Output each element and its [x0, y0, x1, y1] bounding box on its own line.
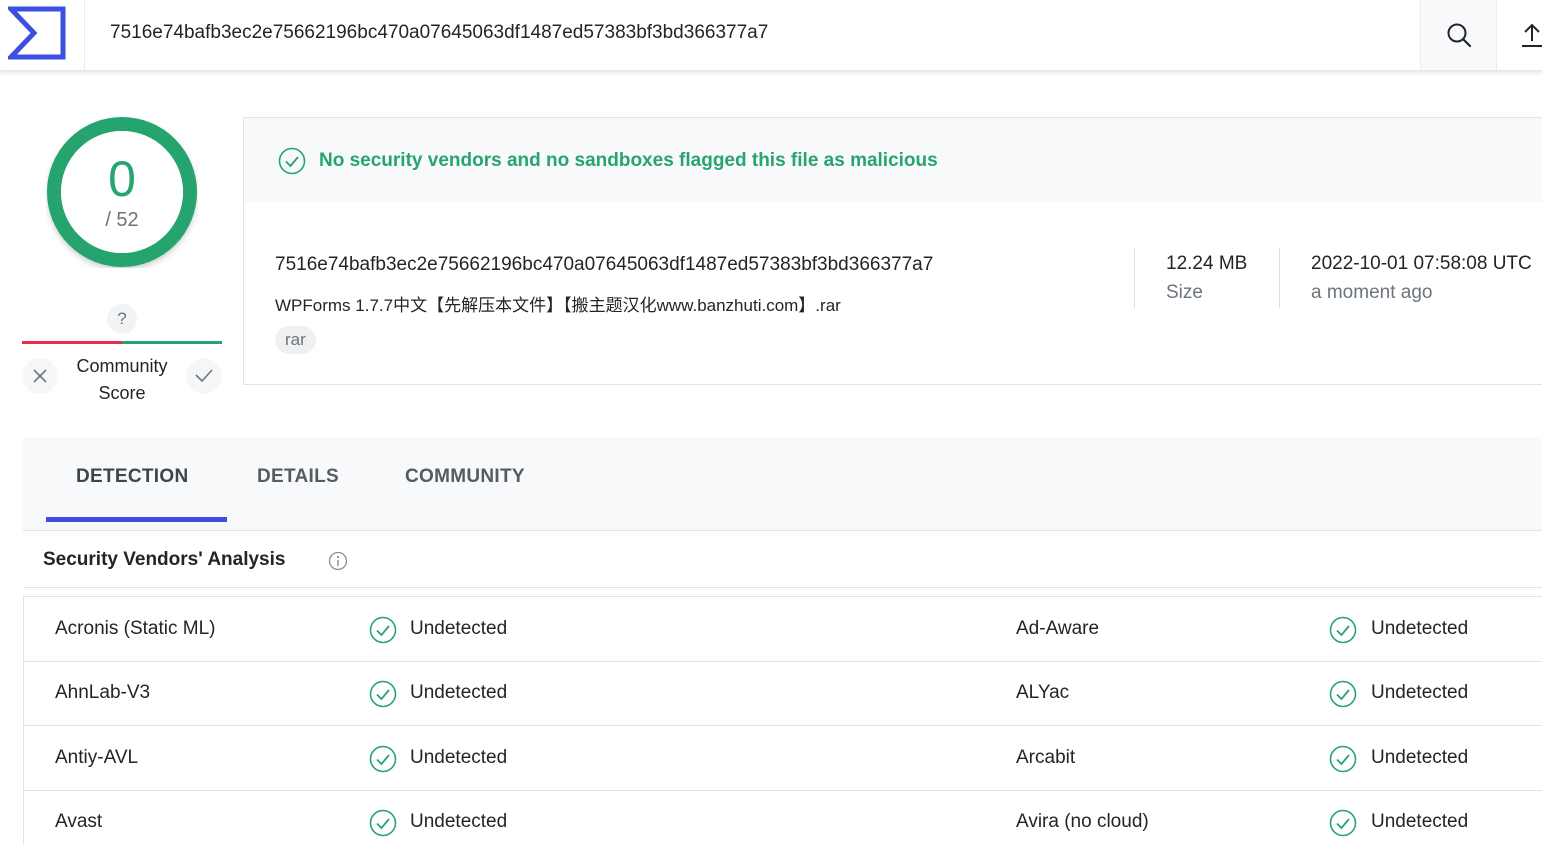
- file-size-value: 12.24 MB: [1166, 253, 1248, 274]
- check-icon: [195, 369, 213, 383]
- close-icon: [33, 369, 47, 383]
- divider: [1279, 248, 1280, 308]
- vendor-status: Undetected: [410, 811, 508, 832]
- vendor-name: Avast: [55, 811, 103, 832]
- community-score-question: ?: [107, 304, 137, 334]
- check-circle-icon: [369, 745, 397, 773]
- search-icon: [1447, 23, 1471, 48]
- check-circle-icon: [369, 616, 397, 644]
- vendor-status: Undetected: [1371, 747, 1469, 768]
- tab-community[interactable]: COMMUNITY: [405, 466, 525, 488]
- vote-harmless-button[interactable]: [186, 358, 222, 394]
- check-circle-icon: [1329, 616, 1357, 644]
- file-type-tag[interactable]: rar: [275, 326, 316, 354]
- analysis-date-value: 2022-10-01 07:58:08 UTC: [1311, 253, 1532, 274]
- virustotal-sigma-logo-icon[interactable]: [8, 6, 68, 60]
- community-bar-harmless: [122, 341, 222, 344]
- upload-button[interactable]: [1498, 0, 1542, 70]
- table-row: Acronis (Static ML) Undetected Ad-Aware …: [24, 597, 1542, 662]
- verdict-banner: No security vendors and no sandboxes fla…: [244, 118, 1542, 202]
- vendor-name: AhnLab-V3: [55, 682, 151, 703]
- check-circle-icon: [1329, 745, 1357, 773]
- info-icon[interactable]: [328, 551, 348, 571]
- vendor-status: Undetected: [1371, 618, 1469, 639]
- analysis-date-relative: a moment ago: [1311, 282, 1433, 303]
- vendor-name: Ad-Aware: [1016, 618, 1100, 639]
- logo-divider: [84, 0, 85, 70]
- vendor-name: Antiy-AVL: [55, 747, 139, 768]
- check-circle-icon: [1329, 680, 1357, 708]
- file-hash[interactable]: 7516e74bafb3ec2e75662196bc470a07645063df…: [275, 254, 933, 276]
- tab-detection[interactable]: DETECTION: [76, 466, 188, 488]
- report-tabs: DETECTION DETAILS COMMUNITY: [23, 437, 1542, 531]
- vendor-name: Arcabit: [1016, 747, 1076, 768]
- check-circle-icon: [278, 147, 306, 175]
- engine-total: / 52: [105, 209, 139, 231]
- vendor-status: Undetected: [410, 618, 508, 639]
- file-size-label: Size: [1166, 282, 1203, 303]
- tab-details[interactable]: DETAILS: [257, 466, 339, 488]
- search-input[interactable]: [110, 18, 1400, 48]
- section-title: Security Vendors' Analysis: [43, 549, 286, 570]
- vendors-section-header: Security Vendors' Analysis: [23, 532, 1542, 588]
- vendor-name: ALYac: [1016, 682, 1070, 703]
- vendor-status: Undetected: [1371, 811, 1469, 832]
- vendor-name: Acronis (Static ML): [55, 618, 216, 639]
- check-circle-icon: [1329, 809, 1357, 837]
- check-circle-icon: [369, 809, 397, 837]
- search-button[interactable]: [1420, 0, 1497, 70]
- file-name: WPForms 1.7.7中文【先解压本文件】【搬主题汉化www.banzhut…: [275, 296, 841, 315]
- verdict-message: No security vendors and no sandboxes fla…: [319, 150, 938, 171]
- vendor-status: Undetected: [1371, 682, 1469, 703]
- vote-malicious-button[interactable]: [22, 358, 58, 394]
- upload-icon: [1522, 23, 1542, 47]
- community-score: ? Community Score: [22, 300, 222, 410]
- table-row: Antiy-AVL Undetected Arcabit Undetected: [24, 726, 1542, 791]
- detection-count: 0: [108, 151, 136, 207]
- divider: [1134, 248, 1135, 308]
- detection-score-widget: 0 / 52: [46, 116, 198, 268]
- active-tab-indicator: [46, 517, 227, 522]
- community-bar-malicious: [22, 341, 122, 344]
- file-summary-card: No security vendors and no sandboxes fla…: [243, 117, 1542, 385]
- vendor-results-table: Acronis (Static ML) Undetected Ad-Aware …: [23, 596, 1542, 845]
- check-circle-icon: [369, 680, 397, 708]
- table-row: AhnLab-V3 Undetected ALYac Undetected: [24, 661, 1542, 726]
- vendor-name: Avira (no cloud): [1016, 811, 1149, 832]
- community-score-label: Community Score: [62, 353, 182, 407]
- community-label-line2: Score: [98, 383, 146, 403]
- community-label-line1: Community: [76, 356, 168, 376]
- table-row: Avast Undetected Avira (no cloud) Undete…: [24, 790, 1542, 845]
- vendor-status: Undetected: [410, 682, 508, 703]
- top-bar: [0, 0, 1542, 71]
- vendor-status: Undetected: [410, 747, 508, 768]
